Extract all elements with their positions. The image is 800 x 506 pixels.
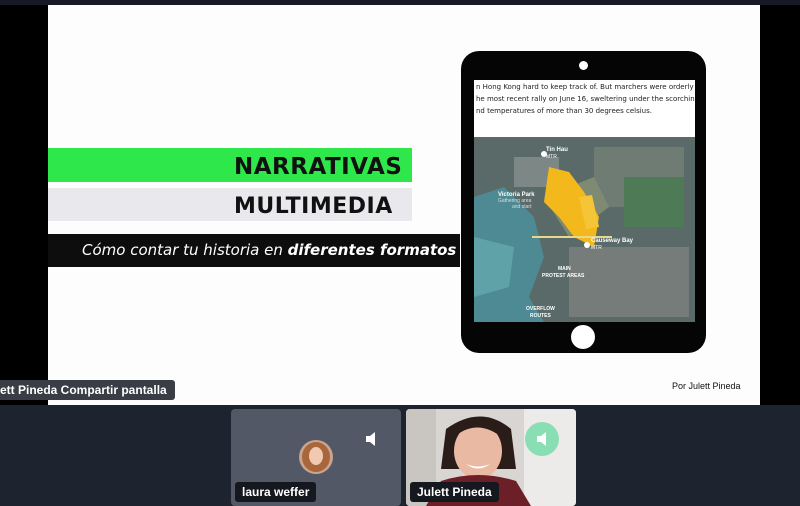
map-label-overflow: OVERFLOW xyxy=(526,306,555,312)
map-label-protest-areas: PROTEST AREAS xyxy=(542,273,585,279)
article-line: n Hong Kong hard to keep track of. But m… xyxy=(476,83,695,91)
participant-name: laura weffer xyxy=(235,482,317,502)
subtitle-bold: diferentes formatos xyxy=(287,241,457,259)
tablet-article: n Hong Kong hard to keep track of. But m… xyxy=(476,81,695,117)
avatar-face xyxy=(309,447,323,465)
presentation-slide: NARRATIVAS MULTIMEDIA Cómo contar tu his… xyxy=(48,5,760,405)
speaker-icon xyxy=(366,432,375,446)
slide-title-line1: NARRATIVAS xyxy=(234,154,403,180)
map-label-tin-hau: Tin Hau xyxy=(546,147,568,153)
participant-name: Julett Pineda xyxy=(410,482,499,502)
map-label-causeway-mtr: MTR xyxy=(591,245,602,251)
shared-screen: NARRATIVAS MULTIMEDIA Cómo contar tu his… xyxy=(0,5,800,405)
subtitle-normal: Cómo contar tu historia en xyxy=(82,241,288,259)
map-label-main: MAIN xyxy=(558,266,571,272)
slide-credit: Por Julett Pineda xyxy=(672,381,741,391)
map-label-causeway: Causeway Bay xyxy=(591,238,634,244)
avatar xyxy=(299,440,333,474)
map-label-routes: ROUTES xyxy=(530,313,552,319)
slide-title-line2: MULTIMEDIA xyxy=(234,194,393,219)
slide-subtitle: Cómo contar tu historia en diferentes fo… xyxy=(82,241,456,259)
participant-tile[interactable]: laura weffer xyxy=(231,409,401,506)
tablet-illustration: n Hong Kong hard to keep track of. But m… xyxy=(461,51,706,353)
tablet-screen: n Hong Kong hard to keep track of. But m… xyxy=(474,80,695,322)
aerial-map-graphic: Tin Hau MTR Victoria Park Gathering area… xyxy=(474,137,695,322)
map-label-victoria-sub2: and start xyxy=(512,204,532,210)
aerial-map: Tin Hau MTR Victoria Park Gathering area… xyxy=(474,137,695,322)
article-line: he most recent rally on June 16, swelter… xyxy=(476,95,695,103)
participant-tile-video[interactable]: Julett Pineda xyxy=(406,409,576,506)
article-line: nd temperatures of more than 30 degrees … xyxy=(476,107,652,115)
screen-share-label: ett Pineda Compartir pantalla xyxy=(0,380,175,400)
tablet-home-button xyxy=(571,325,595,349)
tablet-camera xyxy=(579,61,588,70)
speaker-icon xyxy=(537,432,546,446)
map-label-tin-hau-mtr: MTR xyxy=(546,154,557,160)
